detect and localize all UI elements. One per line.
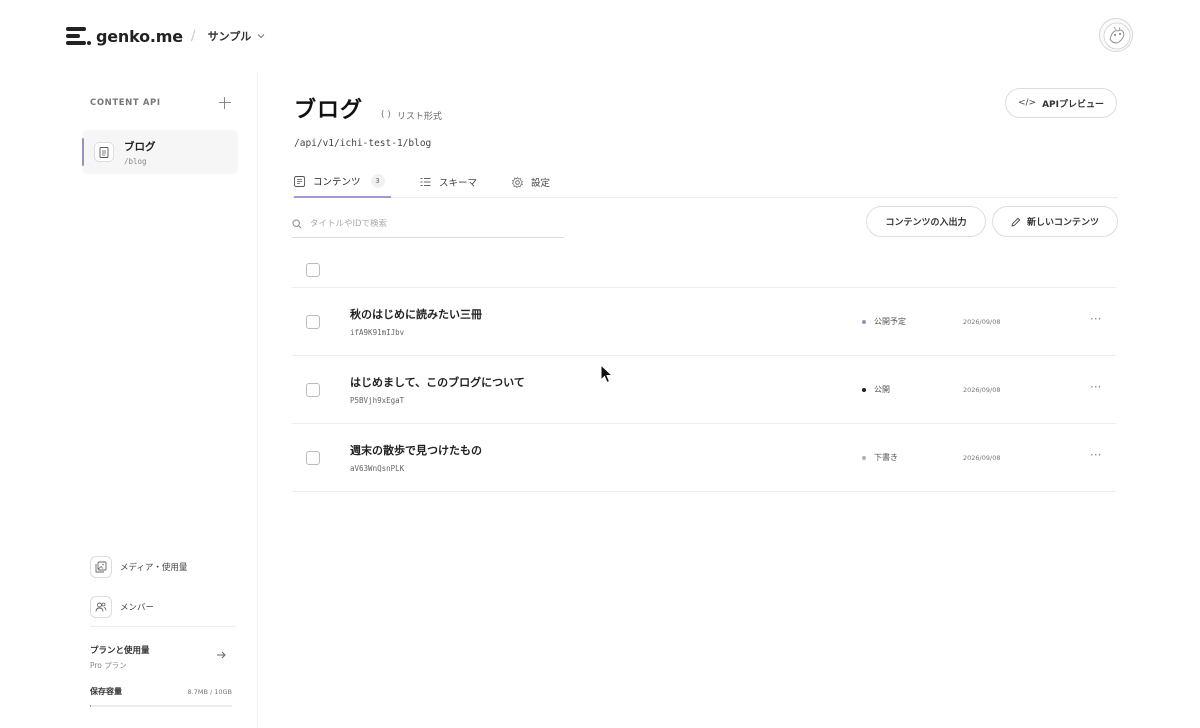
status-dot xyxy=(862,387,866,392)
row-date: 2026/09/08 xyxy=(963,454,1001,462)
storage-progress-bar xyxy=(90,705,232,707)
mouse-cursor-icon xyxy=(600,364,614,384)
project-switcher[interactable]: サンプル xyxy=(208,28,266,44)
status-label: 公開予定 xyxy=(874,317,906,326)
new-content-button[interactable]: 新しいコンテンツ xyxy=(992,206,1118,237)
arrow-right-icon xyxy=(217,651,226,659)
plan-subtitle: Pro プラン xyxy=(90,661,127,670)
new-content-label: 新しいコンテンツ xyxy=(1026,218,1099,228)
avatar-illustration-icon xyxy=(1103,22,1131,50)
row-title[interactable]: はじめまして、このブログについて xyxy=(350,374,525,390)
status-label: 公開 xyxy=(874,385,890,394)
sidebar-link-label: メンバー xyxy=(120,603,155,613)
import-export-label: コンテンツの入出力 xyxy=(885,218,967,228)
row-title[interactable]: 週末の散歩で見つけたもの xyxy=(350,442,482,458)
table-row[interactable]: 週末の散歩で見つけたもの aV63WnQsnPLK 下書き 2026/09/08… xyxy=(292,424,1116,492)
tab-contents[interactable]: コンテンツ 3 xyxy=(294,166,391,198)
row-date: 2026/09/08 xyxy=(963,386,1001,394)
sidebar-link-media[interactable]: メディア・使用量 xyxy=(90,556,187,578)
content-table: 秋のはじめに読みたい三冊 ifA9K91mIJbv 公開予定 2026/09/0… xyxy=(292,252,1116,492)
table-row[interactable]: はじめまして、このブログについて P5BVjh9xEgaT 公開 2026/09… xyxy=(292,356,1116,424)
braces-icon: ( ) xyxy=(381,110,391,120)
logo-icon[interactable] xyxy=(66,25,91,47)
table-row[interactable]: 秋のはじめに読みたい三冊 ifA9K91mIJbv 公開予定 2026/09/0… xyxy=(292,288,1116,356)
more-options-icon[interactable]: ··· xyxy=(1090,380,1101,394)
more-options-icon[interactable]: ··· xyxy=(1090,312,1101,326)
list-type-badge: ( ) リスト形式 xyxy=(381,109,442,122)
chevron-down-icon xyxy=(257,34,265,39)
status-dot xyxy=(862,319,866,324)
search-icon xyxy=(292,218,302,229)
brand-name[interactable]: genko.me xyxy=(96,27,183,46)
sidebar-item-text: ブログ /blog xyxy=(124,139,156,166)
row-id: P5BVjh9xEgaT xyxy=(350,396,405,405)
table-header-row xyxy=(292,252,1116,288)
api-preview-label: APIプレビュー xyxy=(1042,99,1105,110)
members-icon xyxy=(90,596,112,618)
storage-usage: 保存容量 8.7MB / 10GB xyxy=(90,686,232,707)
search-input[interactable] xyxy=(310,218,550,229)
user-avatar[interactable] xyxy=(1099,18,1133,52)
search-bar xyxy=(292,210,564,238)
status-dot xyxy=(862,455,866,460)
page-title: ブログ xyxy=(294,98,364,123)
api-endpoint: /api/v1/ichi-test-1/blog xyxy=(294,138,432,149)
status-badge: 下書き xyxy=(862,452,898,463)
row-checkbox[interactable] xyxy=(306,315,320,329)
list-type-label: リスト形式 xyxy=(396,111,442,122)
row-checkbox[interactable] xyxy=(306,383,320,397)
tab-settings[interactable]: 設定 xyxy=(512,166,550,198)
breadcrumb-separator: / xyxy=(190,28,196,44)
row-id: aV63WnQsnPLK xyxy=(350,464,405,473)
more-options-icon[interactable]: ··· xyxy=(1090,448,1101,462)
storage-row: 保存容量 8.7MB / 10GB xyxy=(90,686,232,697)
code-icon: </> xyxy=(1017,98,1037,108)
api-preview-button[interactable]: </> APIプレビュー xyxy=(1005,88,1117,118)
storage-progress-fill xyxy=(90,705,91,707)
row-date: 2026/09/08 xyxy=(963,318,1001,326)
row-checkbox[interactable] xyxy=(306,451,320,465)
project-name: サンプル xyxy=(207,30,252,43)
status-badge: 公開 xyxy=(862,384,890,395)
sidebar-header: CONTENT API xyxy=(90,96,232,110)
media-icon xyxy=(90,556,112,578)
tab-label: コンテンツ xyxy=(313,177,361,188)
schema-icon xyxy=(420,177,431,187)
import-export-button[interactable]: コンテンツの入出力 xyxy=(866,206,986,237)
brand: genko.me / サンプル xyxy=(66,24,265,48)
tab-count-badge: 3 xyxy=(370,174,385,188)
active-indicator xyxy=(82,138,84,166)
tab-bar: コンテンツ 3 スキーマ 設定 xyxy=(292,166,1118,198)
select-all-checkbox[interactable] xyxy=(306,263,320,277)
row-title[interactable]: 秋のはじめに読みたい三冊 xyxy=(350,306,482,322)
status-label: 下書き xyxy=(874,453,898,462)
sidebar-item-path: /blog xyxy=(124,156,147,166)
pencil-icon xyxy=(1011,217,1021,227)
top-bar: genko.me / サンプル xyxy=(0,0,1200,72)
add-api-icon[interactable] xyxy=(218,96,232,110)
storage-label: 保存容量 xyxy=(90,687,122,696)
sidebar: CONTENT API ブログ /blog メディア・使用量 メンバー プランと… xyxy=(0,72,258,728)
title-row: ブログ ( ) リスト形式 xyxy=(294,92,442,124)
tab-label: スキーマ xyxy=(439,178,478,189)
tab-schema[interactable]: スキーマ xyxy=(420,166,477,198)
sidebar-item-blog[interactable]: ブログ /blog xyxy=(82,130,238,174)
plan-usage-link[interactable]: プランと使用量 Pro プラン xyxy=(90,644,232,671)
row-id: ifA9K91mIJbv xyxy=(350,328,405,337)
sidebar-divider xyxy=(90,626,236,627)
list-icon xyxy=(294,175,305,187)
tab-label: 設定 xyxy=(531,178,551,189)
sidebar-item-label: ブログ xyxy=(124,140,156,153)
content-api-label: CONTENT API xyxy=(90,98,161,108)
gear-icon xyxy=(512,176,523,188)
storage-value: 8.7MB / 10GB xyxy=(187,687,233,696)
plan-title: プランと使用量 xyxy=(90,646,150,656)
document-icon xyxy=(94,142,114,162)
sidebar-link-label: メディア・使用量 xyxy=(120,563,188,573)
status-badge: 公開予定 xyxy=(862,316,906,327)
sidebar-link-members[interactable]: メンバー xyxy=(90,596,154,618)
